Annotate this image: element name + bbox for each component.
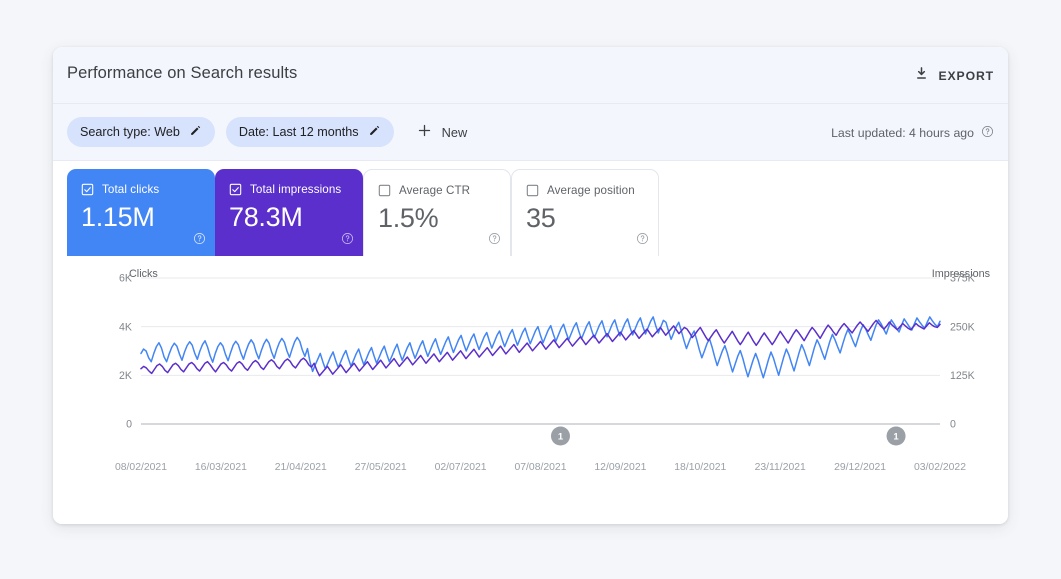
x-axis-tick: 23/11/2021 <box>755 462 806 473</box>
metric-value: 78.3M <box>229 202 303 232</box>
metric-card-total-clicks[interactable]: Total clicks 1.15M <box>67 169 215 257</box>
x-axis-tick: 18/10/2021 <box>674 462 726 473</box>
performance-chart: Clicks Impressions 0 0 2K 125K 4K 250K 6K 375K 0… <box>53 256 1008 524</box>
add-filter-button[interactable]: New <box>411 117 476 147</box>
x-axis-tick: 27/05/2021 <box>355 462 407 473</box>
pencil-icon <box>368 124 381 140</box>
filter-chip-search-type[interactable]: Search type: Web <box>67 117 215 147</box>
annotation-badge-label: 1 <box>558 432 564 443</box>
last-updated-label: Last updated: 4 hours ago <box>831 126 974 140</box>
metric-label: Total impressions <box>250 183 342 196</box>
filter-chip-search-type-label: Search type: Web <box>80 125 180 139</box>
page-title: Performance on Search results <box>67 64 298 82</box>
filter-chip-date-label: Date: Last 12 months <box>238 125 359 139</box>
x-axis-tick: 16/03/2021 <box>195 462 247 473</box>
chart-annotation-marker[interactable]: 1 <box>550 426 570 446</box>
metric-value: 35 <box>526 203 556 233</box>
metric-card-row: Total clicks 1.15M Total impressions 78.… <box>53 161 1008 257</box>
help-circle-icon[interactable] <box>981 125 994 141</box>
right-axis-tick: 375K <box>950 273 975 285</box>
checkbox-checked-icon[interactable] <box>81 183 94 196</box>
x-axis-tick: 07/08/2021 <box>514 462 566 473</box>
app-root: Performance on Search results EXPORT Sea… <box>0 0 1061 579</box>
pencil-icon <box>189 124 202 140</box>
panel-header: Performance on Search results EXPORT <box>53 47 1008 104</box>
checkbox-unchecked-icon[interactable] <box>526 184 539 197</box>
help-circle-icon[interactable] <box>636 232 649 250</box>
last-updated: Last updated: 4 hours ago <box>831 125 994 141</box>
plus-icon <box>417 123 432 141</box>
download-icon <box>914 66 929 86</box>
x-axis-tick: 12/09/2021 <box>594 462 646 473</box>
metric-label: Average CTR <box>399 184 471 197</box>
right-axis-tick: 0 <box>950 419 956 431</box>
add-filter-label: New <box>441 124 468 140</box>
help-circle-icon[interactable] <box>193 232 206 250</box>
filter-chip-group: Search type: Web Date: Last 12 months Ne… <box>67 117 475 147</box>
filter-bar: Search type: Web Date: Last 12 months Ne… <box>53 104 1008 161</box>
chart-annotation-marker[interactable]: 1 <box>886 426 906 446</box>
help-circle-icon[interactable] <box>488 232 501 250</box>
right-axis-tick: 250K <box>950 321 975 333</box>
left-axis-tick: 2K <box>119 370 132 382</box>
performance-panel: Performance on Search results EXPORT Sea… <box>53 47 1008 524</box>
left-axis-tick: 6K <box>119 273 132 285</box>
right-axis-tick: 125K <box>950 370 975 382</box>
metric-card-average-position[interactable]: Average position 35 <box>511 169 659 257</box>
x-axis-tick: 02/07/2021 <box>435 462 487 473</box>
metric-card-total-impressions[interactable]: Total impressions 78.3M <box>215 169 363 257</box>
metric-value: 1.5% <box>378 203 439 233</box>
filter-chip-date[interactable]: Date: Last 12 months <box>225 117 394 147</box>
metric-value: 1.15M <box>81 202 155 232</box>
export-button[interactable]: EXPORT <box>914 66 994 86</box>
checkbox-unchecked-icon[interactable] <box>378 184 391 197</box>
metric-label: Total clicks <box>102 183 160 196</box>
help-circle-icon[interactable] <box>341 232 354 250</box>
chart-canvas[interactable]: 0 0 2K 125K 4K 250K 6K 375K 08/02/2021 16/03/2021… <box>53 256 1008 524</box>
checkbox-checked-icon[interactable] <box>229 183 242 196</box>
left-axis-tick: 4K <box>119 321 132 333</box>
annotation-badge-label: 1 <box>893 432 899 443</box>
left-axis-tick: 0 <box>126 419 132 431</box>
metric-card-average-ctr[interactable]: Average CTR 1.5% <box>363 169 511 257</box>
chart-series-clicks <box>140 316 941 379</box>
x-axis-tick: 08/02/2021 <box>115 462 167 473</box>
x-axis-tick: 03/02/2022 <box>914 462 966 473</box>
x-axis-tick: 29/12/2021 <box>834 462 886 473</box>
x-axis-tick: 21/04/2021 <box>275 462 327 473</box>
export-label: EXPORT <box>938 69 994 83</box>
metric-label: Average position <box>547 184 635 197</box>
